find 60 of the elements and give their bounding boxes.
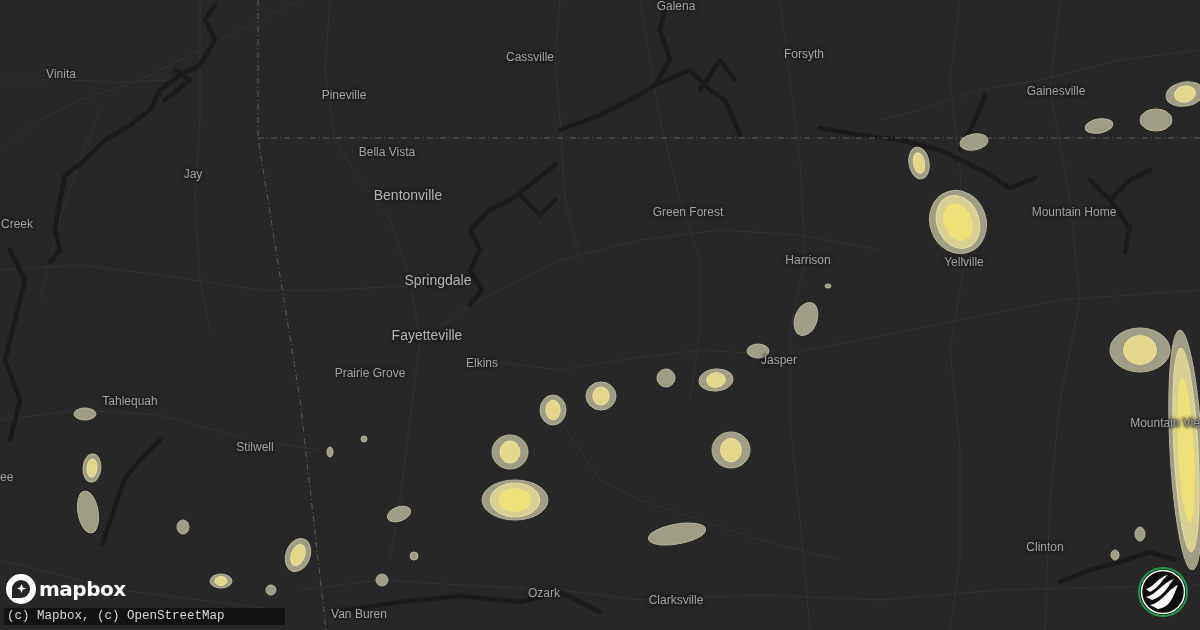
rain-area: [77, 490, 99, 534]
city-label: Vinita: [46, 68, 76, 82]
rain-area: [1165, 81, 1200, 107]
city-label: Clinton: [1026, 541, 1064, 555]
city-label: Jasper: [761, 354, 797, 368]
city-label: Ozark: [528, 587, 560, 601]
city-label: Springdale: [404, 273, 472, 289]
city-label: Creek: [1, 218, 33, 232]
city-label: Prairie Grove: [334, 367, 406, 381]
city-label: ee: [0, 471, 14, 485]
city-label: Galena: [656, 0, 696, 14]
rain-area: [698, 368, 734, 392]
rain-area: [908, 146, 930, 180]
rain-area: [585, 381, 617, 411]
rain-area: [1110, 549, 1120, 561]
brand-name: mapbox: [39, 579, 126, 599]
rain-area: [409, 551, 419, 561]
city-label: Green Forest: [652, 206, 724, 220]
rain-area: [824, 283, 832, 289]
rain-area: [711, 431, 751, 469]
city-label: Jay: [183, 168, 203, 182]
rain-area: [491, 434, 529, 470]
rain-area: [1084, 118, 1114, 134]
city-label: Clarksville: [648, 594, 704, 608]
rain-area: [1139, 108, 1173, 132]
rain-area: [265, 584, 277, 596]
city-label: Stilwell: [236, 441, 274, 455]
rain-area: [360, 435, 368, 443]
logo-icon: [6, 574, 36, 604]
rain-area: [82, 453, 102, 483]
city-label: Pineville: [321, 89, 367, 103]
city-label: Bella Vista: [358, 146, 416, 160]
city-label: Van Buren: [331, 608, 387, 622]
rain-area: [387, 505, 411, 523]
city-label: Elkins: [466, 357, 498, 371]
city-label: Cassville: [506, 51, 554, 65]
city-label: Harrison: [785, 254, 831, 268]
rain-area: [326, 446, 334, 458]
rain-area: [793, 302, 819, 336]
city-label: Fayetteville: [391, 328, 463, 344]
rain-area: [284, 538, 312, 572]
rain-area: [539, 394, 567, 426]
rain-area: [176, 519, 190, 535]
rain-area: [959, 133, 989, 151]
city-label: Yellville: [944, 256, 984, 270]
rain-area: [73, 407, 97, 421]
city-label: Gainesville: [1026, 85, 1086, 99]
rain-area: [929, 190, 987, 254]
rain-area: [375, 573, 389, 587]
emblem-icon: [1138, 567, 1188, 617]
city-label: Forsyth: [784, 48, 824, 62]
rain-area: [656, 368, 676, 388]
rain-area: [1134, 526, 1146, 542]
city-label: Mountain Home: [1031, 206, 1117, 220]
rain-area: [481, 479, 549, 521]
rain-area: [209, 573, 233, 589]
city-label: Bentonville: [373, 188, 443, 204]
rain-area: [647, 522, 707, 546]
attribution-text: (c) Mapbox, (c) OpenStreetMap: [4, 608, 285, 625]
city-label: Tahlequah: [102, 395, 158, 409]
